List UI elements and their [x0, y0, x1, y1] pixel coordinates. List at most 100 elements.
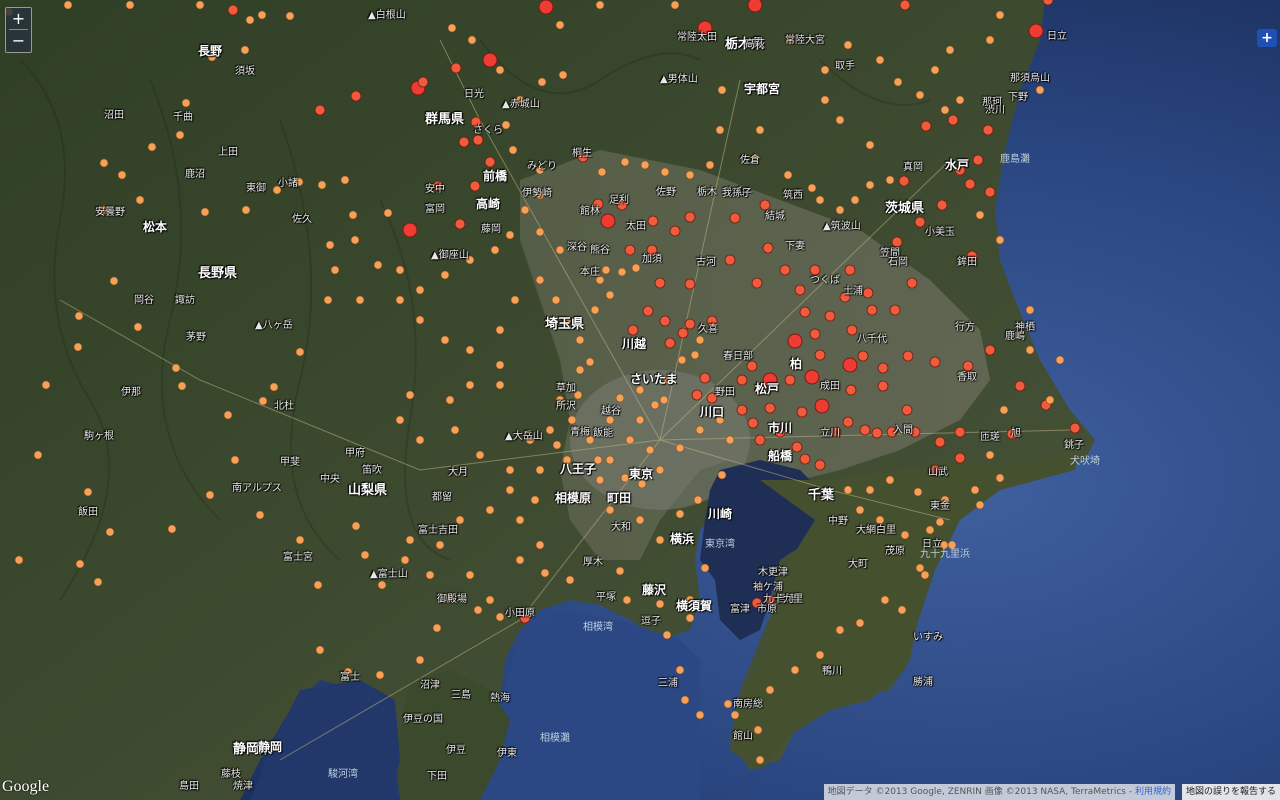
site-marker[interactable] — [573, 390, 583, 400]
site-marker[interactable] — [465, 345, 475, 355]
site-marker[interactable] — [762, 372, 778, 388]
site-marker[interactable] — [465, 380, 475, 390]
site-marker[interactable] — [899, 0, 911, 11]
site-marker[interactable] — [799, 306, 811, 318]
site-marker[interactable] — [469, 180, 481, 192]
site-marker[interactable] — [415, 285, 425, 295]
site-marker[interactable] — [966, 250, 978, 262]
site-marker[interactable] — [615, 393, 625, 403]
site-marker[interactable] — [843, 40, 853, 50]
site-marker[interactable] — [485, 595, 495, 605]
site-marker[interactable] — [343, 667, 353, 677]
site-marker[interactable] — [585, 357, 595, 367]
site-marker[interactable] — [650, 400, 660, 410]
site-marker[interactable] — [820, 65, 830, 75]
site-marker[interactable] — [730, 710, 740, 720]
site-marker[interactable] — [525, 435, 535, 445]
site-marker[interactable] — [929, 464, 941, 476]
site-marker[interactable] — [723, 699, 733, 709]
site-marker[interactable] — [809, 264, 821, 276]
site-marker[interactable] — [33, 450, 43, 460]
site-marker[interactable] — [241, 205, 251, 215]
site-marker[interactable] — [567, 415, 577, 425]
site-marker[interactable] — [465, 570, 475, 580]
site-marker[interactable] — [593, 455, 603, 465]
site-marker[interactable] — [540, 568, 550, 578]
site-marker[interactable] — [939, 540, 949, 550]
site-marker[interactable] — [473, 605, 483, 615]
site-marker[interactable] — [866, 304, 878, 316]
site-marker[interactable] — [615, 566, 625, 576]
site-marker[interactable] — [147, 142, 157, 152]
site-marker[interactable] — [440, 335, 450, 345]
site-marker[interactable] — [855, 618, 865, 628]
site-marker[interactable] — [814, 459, 826, 471]
site-marker[interactable] — [501, 120, 511, 130]
site-marker[interactable] — [538, 0, 554, 15]
satellite-map[interactable] — [0, 0, 1280, 800]
site-marker[interactable] — [835, 625, 845, 635]
site-marker[interactable] — [1069, 422, 1081, 434]
site-marker[interactable] — [1055, 355, 1065, 365]
site-marker[interactable] — [970, 485, 980, 495]
site-marker[interactable] — [555, 395, 565, 405]
site-marker[interactable] — [624, 244, 636, 256]
site-marker[interactable] — [717, 85, 727, 95]
site-marker[interactable] — [167, 524, 177, 534]
site-marker[interactable] — [693, 495, 703, 505]
site-marker[interactable] — [510, 295, 520, 305]
site-marker[interactable] — [984, 186, 996, 198]
site-marker[interactable] — [505, 485, 515, 495]
site-marker[interactable] — [63, 0, 73, 10]
site-marker[interactable] — [842, 416, 854, 428]
zoom-in-button[interactable]: + — [6, 8, 31, 29]
site-marker[interactable] — [245, 15, 255, 25]
site-marker[interactable] — [535, 540, 545, 550]
site-marker[interactable] — [505, 230, 515, 240]
site-marker[interactable] — [620, 157, 630, 167]
site-marker[interactable] — [508, 145, 518, 155]
site-marker[interactable] — [340, 175, 350, 185]
site-marker[interactable] — [317, 180, 327, 190]
site-marker[interactable] — [227, 4, 239, 16]
site-marker[interactable] — [999, 405, 1009, 415]
site-marker[interactable] — [985, 35, 995, 45]
site-marker[interactable] — [889, 304, 901, 316]
site-marker[interactable] — [844, 264, 856, 276]
site-marker[interactable] — [605, 505, 615, 515]
site-marker[interactable] — [575, 495, 585, 505]
site-marker[interactable] — [495, 65, 505, 75]
site-marker[interactable] — [635, 385, 645, 395]
site-marker[interactable] — [415, 315, 425, 325]
site-marker[interactable] — [495, 380, 505, 390]
site-marker[interactable] — [893, 77, 903, 87]
site-marker[interactable] — [125, 0, 135, 10]
site-marker[interactable] — [902, 350, 914, 362]
site-marker[interactable] — [936, 199, 948, 211]
site-marker[interactable] — [955, 95, 965, 105]
site-marker[interactable] — [754, 384, 766, 396]
site-marker[interactable] — [450, 62, 462, 74]
site-marker[interactable] — [764, 594, 776, 606]
site-marker[interactable] — [41, 380, 51, 390]
site-marker[interactable] — [330, 265, 340, 275]
site-marker[interactable] — [620, 473, 630, 483]
site-marker[interactable] — [995, 10, 1005, 20]
site-marker[interactable] — [759, 199, 771, 211]
site-marker[interactable] — [592, 198, 604, 210]
site-marker[interactable] — [664, 337, 676, 349]
site-marker[interactable] — [272, 185, 282, 195]
site-marker[interactable] — [485, 505, 495, 515]
site-marker[interactable] — [753, 725, 763, 735]
site-marker[interactable] — [515, 95, 525, 105]
site-marker[interactable] — [605, 415, 615, 425]
site-marker[interactable] — [670, 0, 680, 10]
site-marker[interactable] — [230, 455, 240, 465]
site-marker[interactable] — [577, 151, 589, 163]
site-marker[interactable] — [195, 0, 205, 10]
site-marker[interactable] — [551, 295, 561, 305]
site-marker[interactable] — [405, 390, 415, 400]
site-marker[interactable] — [820, 95, 830, 105]
site-marker[interactable] — [794, 284, 806, 296]
site-marker[interactable] — [784, 374, 796, 386]
